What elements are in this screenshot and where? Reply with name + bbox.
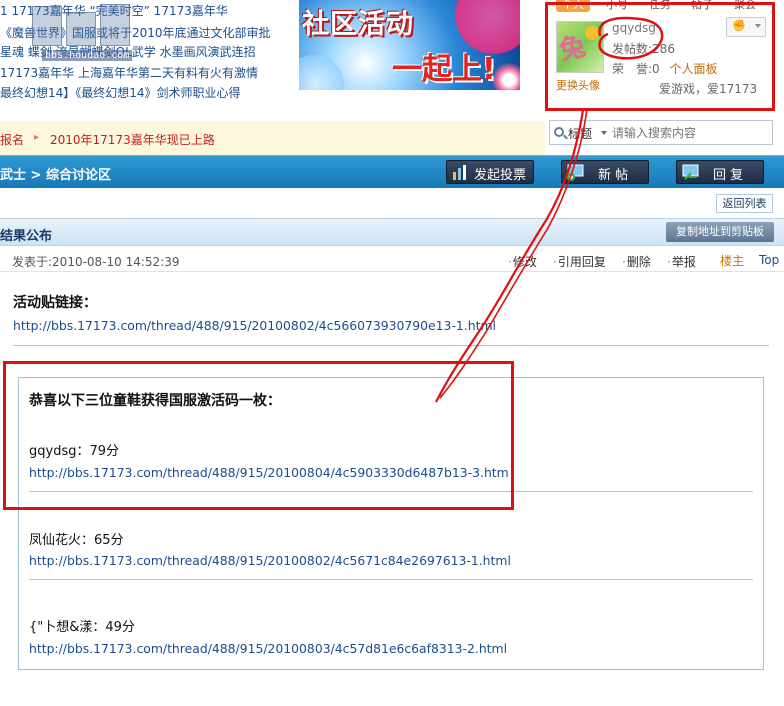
banner-subtitle: 一起上! bbox=[392, 52, 496, 87]
banner-title: 社区活动 bbox=[302, 9, 414, 40]
divider bbox=[29, 579, 753, 580]
return-to-list-button[interactable]: 返回列表 bbox=[716, 194, 773, 213]
community-banner[interactable]: 社区活动 一起上! bbox=[299, 0, 520, 90]
breadcrumb[interactable]: 武士 > 综合讨论区 bbox=[0, 164, 111, 183]
news-link-4[interactable]: 17173嘉年华 上海嘉年华第二天有料有火有激情 bbox=[0, 64, 258, 81]
search-type-select[interactable]: 标题 bbox=[568, 125, 592, 142]
winner-2-link[interactable]: http://bbs.17173.com/thread/488/915/2010… bbox=[29, 553, 511, 568]
post-meta: 发表于:2010-08-10 14:52:39 修改 引用回复 删除 举报 楼主… bbox=[0, 250, 784, 272]
copy-url-button[interactable]: 复制地址到剪贴板 bbox=[666, 222, 774, 242]
search-input[interactable] bbox=[612, 124, 767, 141]
new-post-button[interactable]: 新 帖 bbox=[561, 160, 649, 184]
announcement-item-2[interactable]: 2010年17173嘉年华现已上路 bbox=[50, 131, 215, 148]
announcement-item-1[interactable]: 报名 bbox=[0, 131, 24, 148]
annotation-rect-winner bbox=[3, 361, 514, 510]
post-header: 结果公布 复制地址到剪贴板 bbox=[0, 218, 784, 246]
post-title: 结果公布 bbox=[0, 229, 53, 244]
divider bbox=[13, 345, 769, 346]
delete-link[interactable]: 删除 bbox=[622, 253, 651, 270]
arrow-right-icon: ▸ bbox=[34, 132, 40, 143]
start-poll-button[interactable]: 发起投票 bbox=[446, 160, 534, 184]
news-links: 1 17173嘉年华 “完美时空” 17173嘉年华 《魔兽世界》国服或将于20… bbox=[0, 0, 300, 105]
activity-thread-link[interactable]: http://bbs.17173.com/thread/488/915/2010… bbox=[13, 318, 496, 333]
annotation-rect-user bbox=[545, 2, 775, 111]
winner-2-score: 凤仙花火：65分 bbox=[29, 533, 124, 548]
watermark-logo: bbs.houdao.com bbox=[30, 2, 160, 64]
activity-link-heading: 活动贴链接： bbox=[13, 295, 97, 311]
forum-toolbar: 武士 > 综合讨论区 发起投票 新 帖 回 复 bbox=[0, 155, 784, 188]
watermark-url: bbs.houdao.com bbox=[42, 50, 133, 61]
search-icon bbox=[554, 127, 564, 137]
chevron-down-icon bbox=[601, 131, 607, 135]
reply-icon bbox=[682, 164, 699, 180]
reply-button[interactable]: 回 复 bbox=[676, 160, 764, 184]
post-date: 发表于:2010-08-10 14:52:39 bbox=[12, 255, 180, 269]
news-link-5[interactable]: 最终幻想14】《最终幻想14》剑术师职业心得 bbox=[0, 84, 241, 101]
floor-label: 楼主 bbox=[720, 254, 745, 268]
top-link[interactable]: Top bbox=[759, 253, 779, 267]
winner-3-link[interactable]: http://bbs.17173.com/thread/488/915/2010… bbox=[29, 641, 507, 656]
search-box: 标题 bbox=[549, 120, 773, 145]
quote-reply-link[interactable]: 引用回复 bbox=[553, 253, 606, 270]
announcement-bar: 报名 ▸ 2010年17173嘉年华现已上路 bbox=[0, 121, 545, 155]
report-link[interactable]: 举报 bbox=[667, 253, 696, 270]
poll-icon bbox=[453, 165, 466, 180]
edit-link[interactable]: 修改 bbox=[508, 253, 537, 270]
new-post-icon bbox=[567, 164, 584, 181]
winner-3-score: {"卜想&漾：49分 bbox=[29, 620, 135, 635]
